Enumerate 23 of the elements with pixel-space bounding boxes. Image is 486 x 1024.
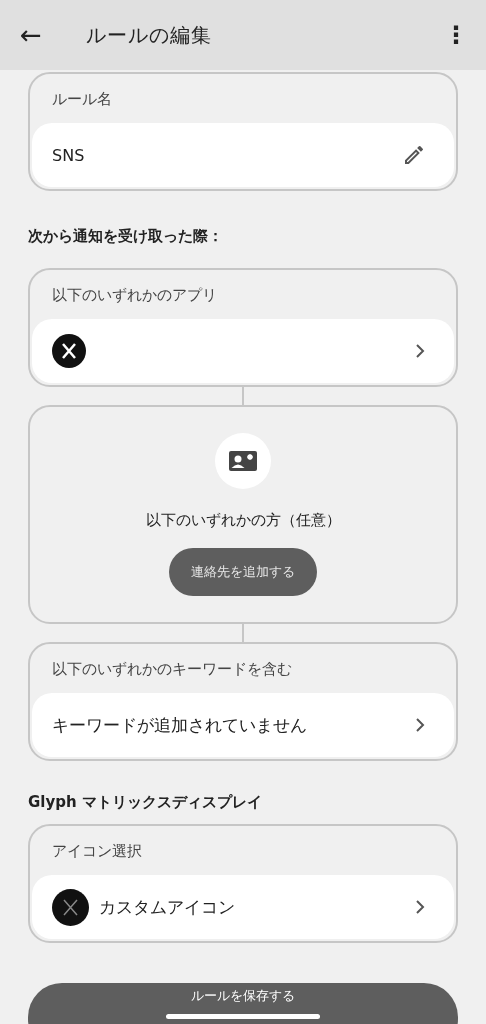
keyword-row[interactable]: キーワードが追加されていません	[32, 693, 454, 757]
chevron-icon	[414, 717, 426, 733]
section-heading: Glyph マトリックスディスプレイ	[28, 793, 262, 812]
name-field[interactable]: SNS	[32, 123, 454, 187]
card-label: ルール名	[51, 89, 113, 110]
card-label: 以下のいずれかのキーワードを含む	[51, 659, 293, 680]
app-icon	[52, 334, 86, 368]
chevron-icon	[414, 343, 426, 359]
add-contact-button[interactable]: 連絡先を追加する	[169, 548, 317, 596]
back-button[interactable]: ←	[16, 20, 46, 50]
card-label: 以下のいずれかのアプリ	[51, 285, 218, 306]
app-row[interactable]	[32, 319, 454, 383]
card-label: アイコン選択	[51, 841, 143, 862]
contacts-label: 以下のいずれかの方（任意）	[145, 511, 341, 530]
chevron-icon	[414, 899, 426, 915]
icon-row[interactable]: カスタムアイコン	[32, 875, 454, 939]
custom-icon	[52, 888, 89, 926]
pencil-icon	[402, 143, 426, 167]
contact-card-icon	[215, 433, 271, 489]
menu-button[interactable]: ⋮	[440, 21, 472, 49]
section-heading: 次から通知を受け取った際：	[28, 227, 223, 246]
page-title: ルールの編集	[85, 21, 213, 49]
save-button[interactable]: ルールを保存する	[28, 983, 458, 1024]
